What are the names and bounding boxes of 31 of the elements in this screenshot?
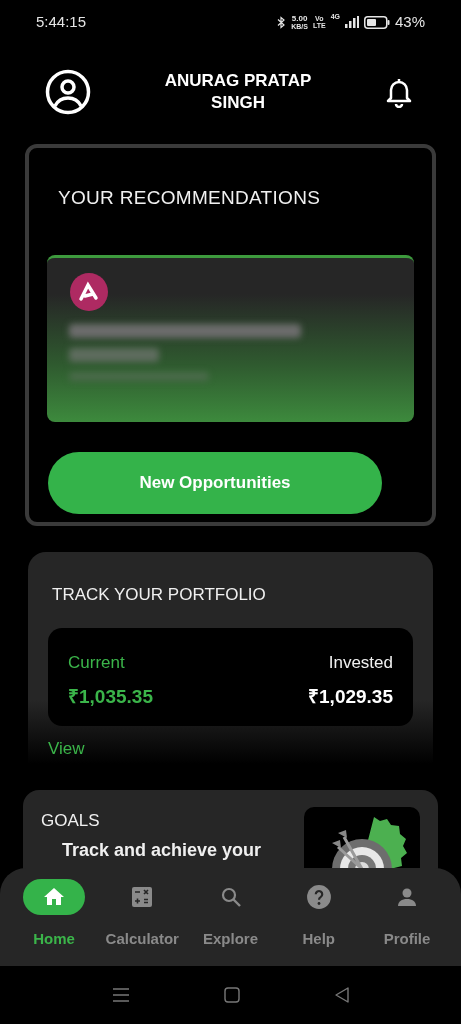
account-icon[interactable] xyxy=(45,69,91,115)
user-name: ANURAG PRATAP SINGH xyxy=(163,70,313,114)
section-title: GOALS xyxy=(41,810,101,832)
notification-icon[interactable] xyxy=(385,76,413,108)
nav-tab[interactable]: Explore xyxy=(190,879,271,966)
new-opportunities-button[interactable]: New Opportunities xyxy=(48,451,382,514)
nav-tab[interactable]: Help xyxy=(278,879,359,966)
fund-card[interactable] xyxy=(47,254,414,422)
status-time: 5:44:15 xyxy=(36,11,87,32)
nav-tab[interactable]: Calculator xyxy=(102,879,183,966)
section-title: YOUR RECOMMENDATIONS xyxy=(58,186,322,210)
signal-icon xyxy=(344,16,359,28)
invested-label: Invested xyxy=(328,651,393,674)
home-square-icon[interactable] xyxy=(223,987,240,1003)
menu-icon[interactable] xyxy=(111,987,130,1003)
current-value: ₹1,035.35 xyxy=(68,685,153,709)
view-link[interactable]: View xyxy=(48,735,409,761)
fund-logo xyxy=(69,271,109,312)
battery-percent: 43% xyxy=(394,11,425,32)
help-icon xyxy=(305,884,332,910)
battery-icon xyxy=(363,15,390,29)
bluetooth-icon xyxy=(277,15,287,29)
section-title: TRACK YOUR PORTFOLIO xyxy=(52,584,267,606)
nav-tab[interactable]: Home xyxy=(14,879,94,966)
nav-tab[interactable]: Profile xyxy=(367,879,447,966)
calculator-icon xyxy=(130,885,155,909)
network-speed: 5.00 xyxy=(291,14,308,23)
goals-description: Track and achieve your xyxy=(62,838,262,862)
current-label: Current xyxy=(68,651,126,674)
back-icon[interactable] xyxy=(333,987,350,1003)
invested-value: ₹1,029.35 xyxy=(308,685,393,709)
